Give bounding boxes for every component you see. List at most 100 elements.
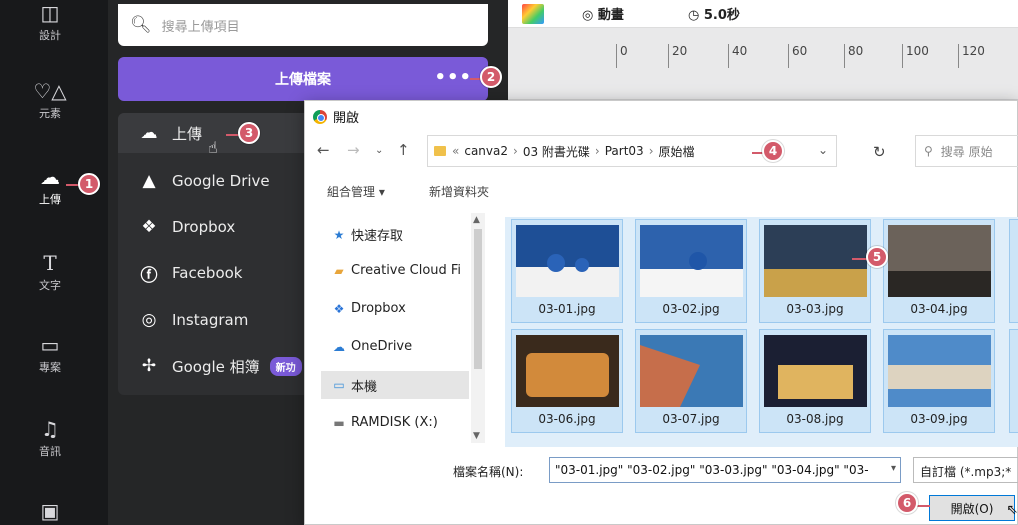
navigation-bar: ← → ⌄ ↑ « canva2 › 03 附書光碟 › Part03 › 原始…	[305, 135, 1018, 169]
ruler-tick: 0	[616, 44, 628, 68]
file-name: 03-07.jpg	[662, 412, 720, 426]
instagram-icon: ◎	[141, 310, 157, 330]
breadcrumb-item[interactable]: canva2	[464, 144, 508, 158]
nav-creative-cloud[interactable]: ▰ Creative Cloud Fi	[331, 263, 471, 278]
star-icon: ★	[333, 227, 345, 242]
ruler-tick: 80	[844, 44, 863, 68]
breadcrumb-item[interactable]: Part03	[605, 144, 644, 158]
callout-badge-2: 2	[480, 66, 502, 88]
file-tile[interactable]: 03-01.jpg	[511, 219, 623, 323]
file-tile[interactable]: 03-07.jpg	[635, 329, 747, 433]
search-icon: ⚲	[924, 144, 933, 158]
video-icon: ▣	[40, 499, 60, 523]
ruler-tick: 100	[902, 44, 929, 68]
chrome-icon	[313, 109, 327, 124]
more-options-icon[interactable]: •••	[434, 67, 472, 88]
open-file-dialog: 開啟 ← → ⌄ ↑ « canva2 › 03 附書光碟 › Part03 ›…	[304, 100, 1018, 525]
file-thumbnail	[640, 225, 743, 297]
callout-badge-5: 5	[866, 246, 888, 268]
clock-icon: ◷	[688, 8, 704, 23]
chevron-down-icon[interactable]: ⌄	[818, 143, 828, 157]
nav-ramdisk[interactable]: ▬ RAMDISK (X:)	[331, 415, 471, 430]
onedrive-icon: ☁	[333, 339, 345, 354]
folder-icon	[434, 146, 446, 156]
breadcrumb-item[interactable]: 03 附書光碟	[523, 143, 590, 160]
folder-search-input[interactable]: ⚲ 搜尋 原始	[915, 135, 1018, 167]
file-tile[interactable]: 03-02.jpg	[635, 219, 747, 323]
file-name: 03-03.jpg	[786, 302, 844, 316]
file-name: 03-01.jpg	[538, 302, 596, 316]
duration-button[interactable]: ◷ 5.0秒	[688, 4, 740, 23]
file-tile[interactable]: 03-04.jpg	[883, 219, 995, 323]
filename-row: 檔案名稱(N): "03-01.jpg" "03-02.jpg" "03-03.…	[305, 457, 1018, 485]
dropbox-icon: ❖	[141, 217, 157, 237]
animate-button[interactable]: ◎ 動畫	[582, 4, 624, 23]
layout-icon: ◫	[40, 1, 60, 25]
file-grid: 03-01.jpg 03-02.jpg 03-03.jpg 03-04.jpg	[505, 217, 1018, 447]
nav-onedrive[interactable]: ☁ OneDrive	[331, 339, 471, 354]
breadcrumb-item[interactable]: 原始檔	[659, 143, 695, 160]
callout-badge-6: 6	[896, 492, 918, 514]
search-icon: 🔍︎	[130, 15, 152, 35]
file-thumbnail	[516, 225, 619, 297]
color-swatch[interactable]	[522, 4, 544, 24]
file-name: 03-09.jpg	[910, 412, 968, 426]
file-tile[interactable]: 03-09.jpg	[883, 329, 995, 433]
search-uploads-input[interactable]: 🔍︎ 搜尋上傳項目	[118, 4, 488, 46]
ruler-tick: 20	[668, 44, 687, 68]
filename-label: 檔案名稱(N):	[453, 465, 524, 479]
animate-icon: ◎	[582, 8, 598, 23]
file-thumbnail	[516, 335, 619, 407]
file-tile-partial[interactable]	[1009, 219, 1018, 323]
nav-pane-scrollbar[interactable]: ▲ ▼	[471, 213, 485, 443]
hand-cursor-icon: ☝	[208, 138, 218, 157]
filename-input[interactable]: "03-01.jpg" "03-02.jpg" "03-03.jpg" "03-…	[549, 457, 901, 483]
nav-this-pc[interactable]: ▭ 本機	[321, 371, 469, 399]
rail-item-videos[interactable]: ▣	[0, 500, 100, 522]
file-name: 03-02.jpg	[662, 302, 720, 316]
callout-badge-3: 3	[238, 122, 260, 144]
creative-cloud-icon: ▰	[334, 263, 344, 278]
nav-quick-access[interactable]: ★ 快速存取	[331, 225, 471, 245]
file-tile[interactable]: 03-06.jpg	[511, 329, 623, 433]
cloud-upload-icon: ☁	[40, 165, 60, 189]
file-tile[interactable]: 03-08.jpg	[759, 329, 871, 433]
file-thumbnail	[888, 225, 991, 297]
pointer-cursor-icon: ⇖	[1006, 502, 1018, 518]
chevron-down-icon[interactable]: ▾	[891, 463, 896, 474]
shapes-icon: ♡△	[33, 79, 67, 103]
open-button[interactable]: 開啟(O) ⇖	[929, 495, 1018, 521]
file-name: 03-04.jpg	[910, 302, 968, 316]
google-drive-icon: ▲	[142, 171, 156, 191]
callout-badge-4: 4	[762, 140, 784, 162]
rail-item-elements[interactable]: ♡△ 元素	[0, 80, 100, 121]
nav-dropbox[interactable]: ❖ Dropbox	[331, 301, 471, 316]
music-icon: ♫	[41, 417, 59, 441]
ruler-tick: 60	[788, 44, 807, 68]
timeline-ruler: 0 20 40 60 80 100 120	[508, 28, 1018, 100]
new-folder-button[interactable]: 新增資料夾	[429, 183, 489, 200]
rail-item-text[interactable]: T 文字	[0, 252, 100, 293]
rail-item-design[interactable]: ◫ 設計	[0, 2, 100, 43]
scrollbar-thumb[interactable]	[474, 229, 482, 369]
scroll-down-icon[interactable]: ▼	[473, 431, 480, 441]
file-type-filter[interactable]: 自訂檔 (*.mp3;*	[913, 457, 1018, 483]
upload-files-button[interactable]: 上傳檔案 •••	[118, 57, 488, 101]
organize-button[interactable]: 組合管理 ▾	[327, 183, 385, 200]
dropbox-icon: ❖	[333, 301, 345, 316]
rail-item-projects[interactable]: ▭ 專案	[0, 334, 100, 375]
back-arrow-icon[interactable]: ←	[317, 141, 330, 159]
recent-chevron-icon[interactable]: ⌄	[375, 145, 383, 156]
file-thumbnail	[764, 335, 867, 407]
command-bar: 組合管理 ▾ 新增資料夾	[305, 179, 1018, 205]
drive-icon: ▬	[333, 415, 345, 430]
forward-arrow-icon[interactable]: →	[347, 141, 360, 159]
file-tile-partial[interactable]	[1009, 329, 1018, 433]
file-tile[interactable]: 03-03.jpg	[759, 219, 871, 323]
scroll-up-icon[interactable]: ▲	[473, 215, 480, 225]
rail-item-audio[interactable]: ♫ 音訊	[0, 418, 100, 459]
facebook-icon: ⓕ	[140, 265, 158, 286]
refresh-icon[interactable]: ↻	[873, 143, 886, 161]
ruler-tick: 120	[958, 44, 985, 68]
up-arrow-icon[interactable]: ↑	[397, 141, 410, 159]
